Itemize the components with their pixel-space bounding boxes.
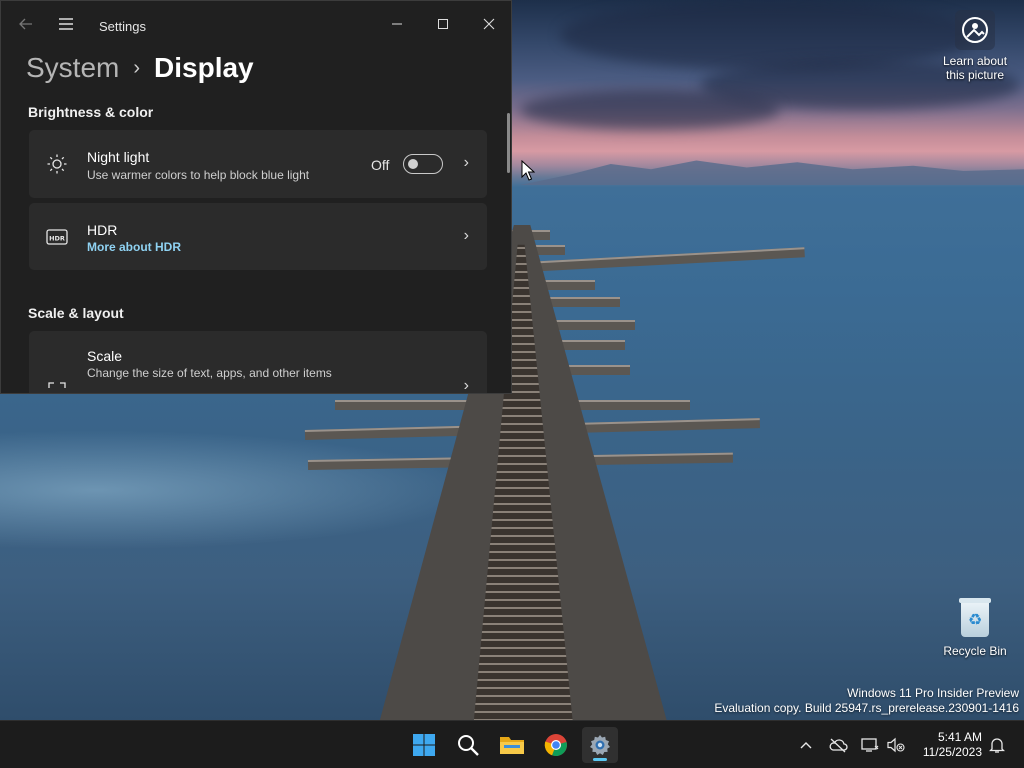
folder-icon [500,737,524,754]
taskbar: 5:41 AM 11/25/2023 [0,720,1024,768]
mouse-cursor-icon [521,159,536,187]
wallpaper-mountains [520,160,1024,185]
minimize-icon[interactable] [382,9,412,39]
learn-about-picture-label: Learn about this picture [942,54,1008,82]
wallpaper-cloud [560,0,980,70]
clock-time: 5:41 AM [937,730,982,744]
scale-title: Scale [87,348,123,364]
file-explorer-button[interactable] [494,727,530,763]
app-title: Settings [99,19,146,34]
trash-bin-icon: ♻ [958,596,992,638]
recycle-bin-label: Recycle Bin [943,644,1007,658]
watermark-build: Evaluation copy. Build 25947.rs_prerelea… [714,701,1019,715]
page-title: Display [154,52,254,83]
sun-icon [45,152,69,176]
windows-watermark: Windows 11 Pro Insider Preview Evaluatio… [714,686,1019,716]
settings-taskbar-button[interactable] [582,727,618,763]
network-icon[interactable] [860,735,880,755]
learn-about-picture-icon[interactable]: Learn about this picture [938,10,1012,82]
chevron-right-icon[interactable]: › [464,154,469,172]
close-icon[interactable] [474,9,504,39]
clock-date: 11/25/2023 [922,745,982,759]
hdr-icon: HDR [45,225,69,249]
camera-badge-icon [955,10,995,50]
maximize-icon[interactable] [428,9,458,39]
night-light-subtitle: Use warmer colors to help block blue lig… [87,168,310,182]
system-clock[interactable]: 5:41 AM 11/25/2023 [912,730,982,760]
chrome-icon [544,734,567,757]
chevron-up-icon[interactable] [796,735,816,755]
settings-window: Settings System › Display Brightness & c… [0,0,512,394]
chevron-right-icon[interactable]: › [464,377,469,393]
onedrive-offline-icon[interactable] [828,735,848,755]
search-icon [458,735,479,756]
chevron-right-icon[interactable]: › [464,227,469,245]
vertical-scrollbar[interactable] [507,113,510,173]
hamburger-menu-icon[interactable] [51,9,81,39]
svg-text:HDR: HDR [49,235,65,243]
scale-icon [45,379,69,393]
notification-bell-icon[interactable] [987,735,1007,755]
breadcrumb-system-link[interactable]: System [26,52,119,84]
hdr-title: HDR [87,222,118,238]
scale-subtitle: Change the size of text, apps, and other… [87,366,332,380]
recycle-bin-icon[interactable]: ♻ Recycle Bin [938,596,1012,658]
more-about-hdr-link[interactable]: More about HDR [87,240,181,254]
active-app-indicator [593,758,607,761]
watermark-edition: Windows 11 Pro Insider Preview [847,686,1019,700]
volume-muted-icon[interactable] [886,735,906,755]
night-light-card[interactable]: Night light Use warmer colors to help bl… [29,130,487,198]
chrome-button[interactable] [538,727,574,763]
scale-card[interactable]: Scale Change the size of text, apps, and… [29,331,487,393]
hdr-card[interactable]: HDR HDR More about HDR › [29,203,487,270]
night-light-toggle[interactable] [403,154,443,174]
wallpaper-cloud [520,90,780,130]
breadcrumb: System › Display [26,48,254,88]
gear-icon [590,735,610,755]
night-light-toggle-state: Off [371,157,390,173]
back-arrow-icon[interactable] [11,9,41,39]
night-light-title: Night light [87,149,150,165]
section-scale-layout: Scale & layout [28,305,124,321]
windows-logo-icon [413,734,435,756]
search-button[interactable] [450,727,486,763]
section-brightness-color: Brightness & color [28,104,154,120]
start-button[interactable] [406,727,442,763]
title-bar[interactable]: Settings [1,1,511,49]
breadcrumb-chevron-icon: › [133,56,141,79]
